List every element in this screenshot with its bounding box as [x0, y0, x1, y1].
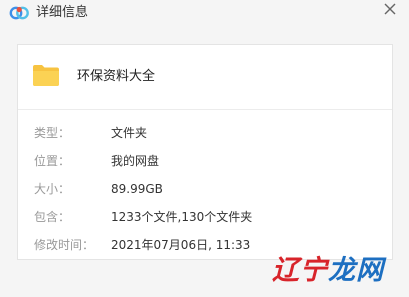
- type-label: 类型：: [34, 126, 71, 140]
- detail-row-type: 类型： 文件夹: [18, 123, 392, 143]
- title-bar: 详细信息: [0, 0, 409, 28]
- location-value: 我的网盘: [111, 154, 160, 168]
- watermark-logo: 辽宁龙网: [272, 252, 406, 292]
- contains-label: 包含：: [34, 210, 71, 224]
- folder-name: 环保资料大全: [77, 69, 156, 84]
- folder-header: 环保资料大全: [18, 45, 392, 110]
- type-value: 文件夹: [111, 126, 148, 140]
- details-panel: 环保资料大全 类型： 文件夹 位置： 我的网盘 大小： 89.99GB 包含： …: [17, 44, 393, 260]
- modified-label: 修改时间：: [34, 238, 95, 252]
- detail-row-contains: 包含： 1233个文件,130个文件夹: [18, 207, 392, 227]
- watermark-part1: 辽宁: [272, 255, 328, 286]
- size-label: 大小：: [34, 182, 71, 196]
- size-value: 89.99GB: [111, 182, 163, 196]
- close-icon[interactable]: [383, 2, 397, 16]
- watermark-part2: 龙网: [328, 255, 384, 286]
- folder-icon: [33, 65, 59, 86]
- location-label: 位置：: [34, 154, 71, 168]
- detail-row-location: 位置： 我的网盘: [18, 151, 392, 171]
- watermark-text: 辽宁龙网: [272, 254, 384, 288]
- dialog-title: 详细信息: [36, 5, 89, 20]
- modified-value: 2021年07月06日, 11:33: [111, 238, 251, 252]
- contains-value: 1233个文件,130个文件夹: [111, 210, 253, 224]
- detail-row-size: 大小： 89.99GB: [18, 179, 392, 199]
- baidu-netdisk-cloud-icon: [9, 6, 29, 20]
